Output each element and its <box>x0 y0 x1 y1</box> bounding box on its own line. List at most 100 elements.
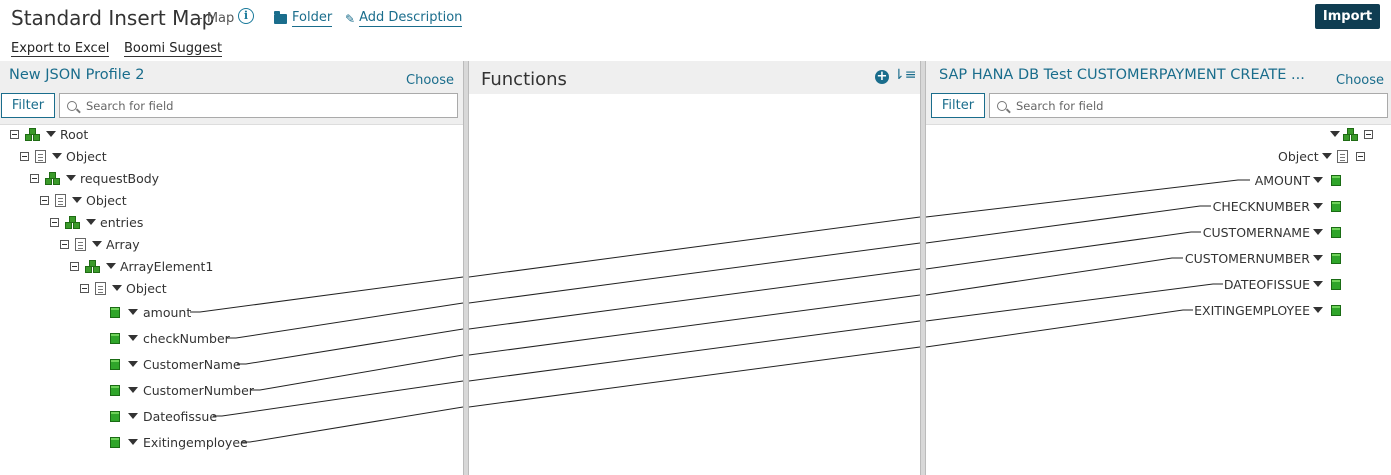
source-profile-title: New JSON Profile 2 <box>9 67 145 83</box>
caret-down-icon[interactable] <box>1313 281 1323 287</box>
destination-filter-button[interactable]: Filter <box>931 93 985 118</box>
element-group-icon <box>25 127 40 141</box>
caret-down-icon[interactable] <box>1313 307 1323 313</box>
object-doc-icon <box>75 237 86 251</box>
field-element-icon <box>110 384 120 396</box>
destination-field-amount[interactable]: AMOUNT <box>1255 171 1341 189</box>
element-group-icon <box>1343 127 1358 141</box>
caret-down-icon[interactable] <box>92 241 102 247</box>
caret-down-icon[interactable] <box>112 285 122 291</box>
destination-field-checknumber[interactable]: CHECKNUMBER <box>1213 197 1341 215</box>
caret-down-icon[interactable] <box>1313 177 1323 183</box>
destination-field-customername[interactable]: CUSTOMERNAME <box>1203 223 1341 241</box>
caret-down-icon[interactable] <box>128 335 138 341</box>
destination-field-exitingemployee[interactable]: EXITINGEMPLOYEE <box>1194 301 1341 319</box>
source-field-customernumber[interactable]: CustomerNumber <box>110 381 254 399</box>
destination-filter-bar: Filter <box>926 91 1391 125</box>
caret-down-icon[interactable] <box>52 153 62 159</box>
caret-down-icon[interactable] <box>1313 229 1323 235</box>
caret-down-icon[interactable] <box>128 387 138 393</box>
tree-node-object[interactable]: Object <box>40 191 127 209</box>
source-choose-link[interactable]: Choose <box>406 73 454 88</box>
caret-down-icon[interactable] <box>128 309 138 315</box>
field-label: CHECKNUMBER <box>1212 198 1310 214</box>
collapse-icon[interactable] <box>80 283 89 293</box>
export-to-excel-link[interactable]: Export to Excel <box>11 41 110 57</box>
element-group-icon <box>45 171 60 185</box>
collapse-icon[interactable] <box>70 261 79 271</box>
collapse-icon[interactable] <box>60 239 69 249</box>
tree-node-root[interactable]: Root <box>10 125 88 143</box>
caret-down-icon[interactable] <box>72 197 82 203</box>
field-label: DATEOFISSUE <box>1223 276 1310 292</box>
caret-down-icon[interactable] <box>46 131 56 137</box>
source-filter-button[interactable]: Filter <box>1 93 55 118</box>
functions-title: Functions <box>481 69 567 90</box>
tree-node-requestbody[interactable]: requestBody <box>30 169 159 187</box>
tree-node-label: Object <box>126 280 167 296</box>
field-element-icon <box>1331 304 1341 316</box>
source-field-amount[interactable]: amount <box>110 303 191 321</box>
destination-tree-root[interactable] <box>1330 125 1373 143</box>
add-description-link[interactable]: ✎ Add Description <box>345 10 463 27</box>
search-icon <box>997 100 1007 111</box>
field-element-icon <box>1331 226 1341 238</box>
field-label: Dateofissue <box>143 408 218 424</box>
tree-node-label: requestBody <box>80 170 160 186</box>
caret-down-icon[interactable] <box>128 439 138 445</box>
destination-search-box <box>989 93 1388 118</box>
functions-panel-header: Functions + ⇂≡ <box>469 61 920 94</box>
add-function-icon[interactable]: + <box>875 70 889 84</box>
collapse-icon[interactable] <box>1364 129 1373 139</box>
source-field-exitingemployee[interactable]: Exitingemployee <box>110 433 248 451</box>
object-doc-icon <box>55 193 66 207</box>
caret-down-icon[interactable] <box>86 219 96 225</box>
destination-field-customernumber[interactable]: CUSTOMERNUMBER <box>1185 249 1341 267</box>
tree-node-label: entries <box>100 214 144 230</box>
header-bar: Standard Insert Map - Map i Folder ✎ Add… <box>0 0 1391 60</box>
boomi-suggest-link[interactable]: Boomi Suggest <box>124 41 223 57</box>
tree-node-array[interactable]: Array <box>60 235 140 253</box>
caret-down-icon[interactable] <box>1313 203 1323 209</box>
source-filter-bar: Filter <box>0 91 463 125</box>
field-element-icon <box>1331 252 1341 264</box>
object-doc-icon <box>1336 149 1348 163</box>
field-label: amount <box>143 304 192 320</box>
element-group-icon <box>65 215 80 229</box>
destination-choose-link[interactable]: Choose <box>1336 73 1384 88</box>
source-field-customername[interactable]: CustomerName <box>110 355 241 373</box>
source-field-dateofissue[interactable]: Dateofissue <box>110 407 217 425</box>
folder-link[interactable]: Folder <box>274 10 333 27</box>
source-field-checknumber[interactable]: checkNumber <box>110 329 230 347</box>
info-icon[interactable]: i <box>238 8 254 24</box>
tree-node-object[interactable]: Object <box>80 279 167 297</box>
folder-label: Folder <box>292 10 333 27</box>
sort-icon[interactable]: ⇂≡ <box>893 67 916 83</box>
field-label: AMOUNT <box>1254 172 1310 188</box>
caret-down-icon[interactable] <box>1313 255 1323 261</box>
collapse-icon[interactable] <box>1355 151 1365 161</box>
field-element-icon <box>110 358 120 370</box>
tree-node-arrayelement1[interactable]: ArrayElement1 <box>70 257 213 275</box>
collapse-icon[interactable] <box>20 151 29 161</box>
collapse-icon[interactable] <box>30 173 39 183</box>
destination-field-dateofissue[interactable]: DATEOFISSUE <box>1224 275 1341 293</box>
destination-search-input[interactable] <box>1016 98 1354 113</box>
caret-down-icon[interactable] <box>128 361 138 367</box>
add-description-label: Add Description <box>359 10 463 27</box>
caret-down-icon[interactable] <box>1321 153 1332 159</box>
source-panel-header: New JSON Profile 2 Choose <box>0 61 463 94</box>
collapse-icon[interactable] <box>50 217 59 227</box>
collapse-icon[interactable] <box>10 129 19 139</box>
destination-tree-object[interactable]: Object <box>1278 147 1365 165</box>
tree-node-entries[interactable]: entries <box>50 213 143 231</box>
caret-down-icon[interactable] <box>1330 131 1340 137</box>
tree-node-object[interactable]: Object <box>20 147 107 165</box>
caret-down-icon[interactable] <box>106 263 116 269</box>
import-button[interactable]: Import <box>1315 4 1380 29</box>
caret-down-icon[interactable] <box>66 175 76 181</box>
caret-down-icon[interactable] <box>128 413 138 419</box>
pencil-icon: ✎ <box>345 11 356 26</box>
collapse-icon[interactable] <box>40 195 49 205</box>
source-search-input[interactable] <box>86 98 424 113</box>
